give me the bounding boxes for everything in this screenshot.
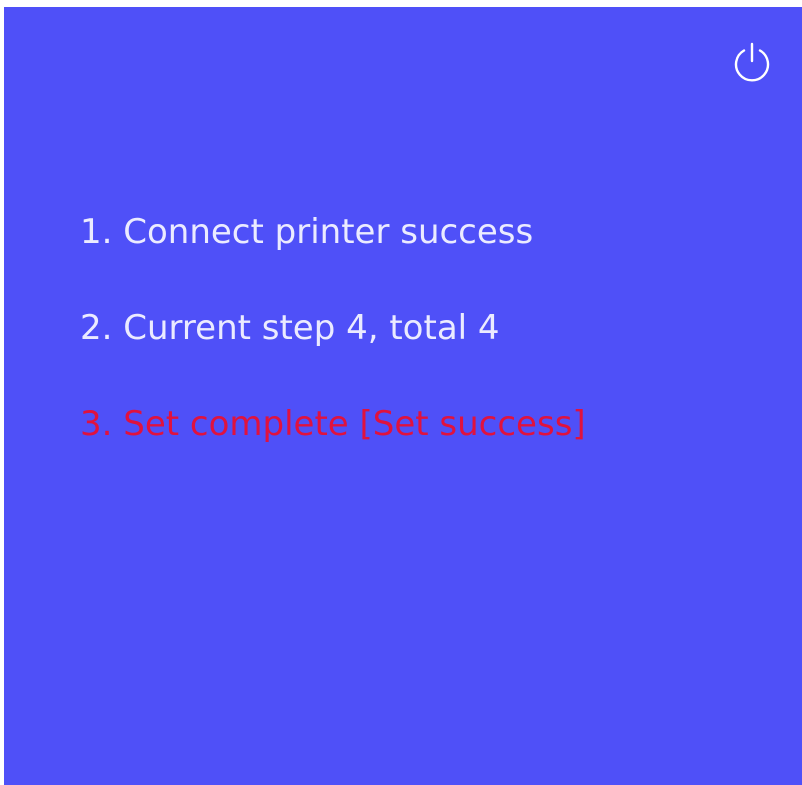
step-set-complete: 3. Set complete [Set success] — [80, 404, 586, 444]
step-list: 1. Connect printer success 2. Current st… — [80, 212, 586, 500]
power-icon — [731, 41, 773, 83]
power-button[interactable] — [731, 41, 773, 83]
status-panel: 1. Connect printer success 2. Current st… — [4, 7, 802, 785]
step-connect-printer: 1. Connect printer success — [80, 212, 534, 252]
step-current-progress: 2. Current step 4, total 4 — [80, 308, 500, 348]
